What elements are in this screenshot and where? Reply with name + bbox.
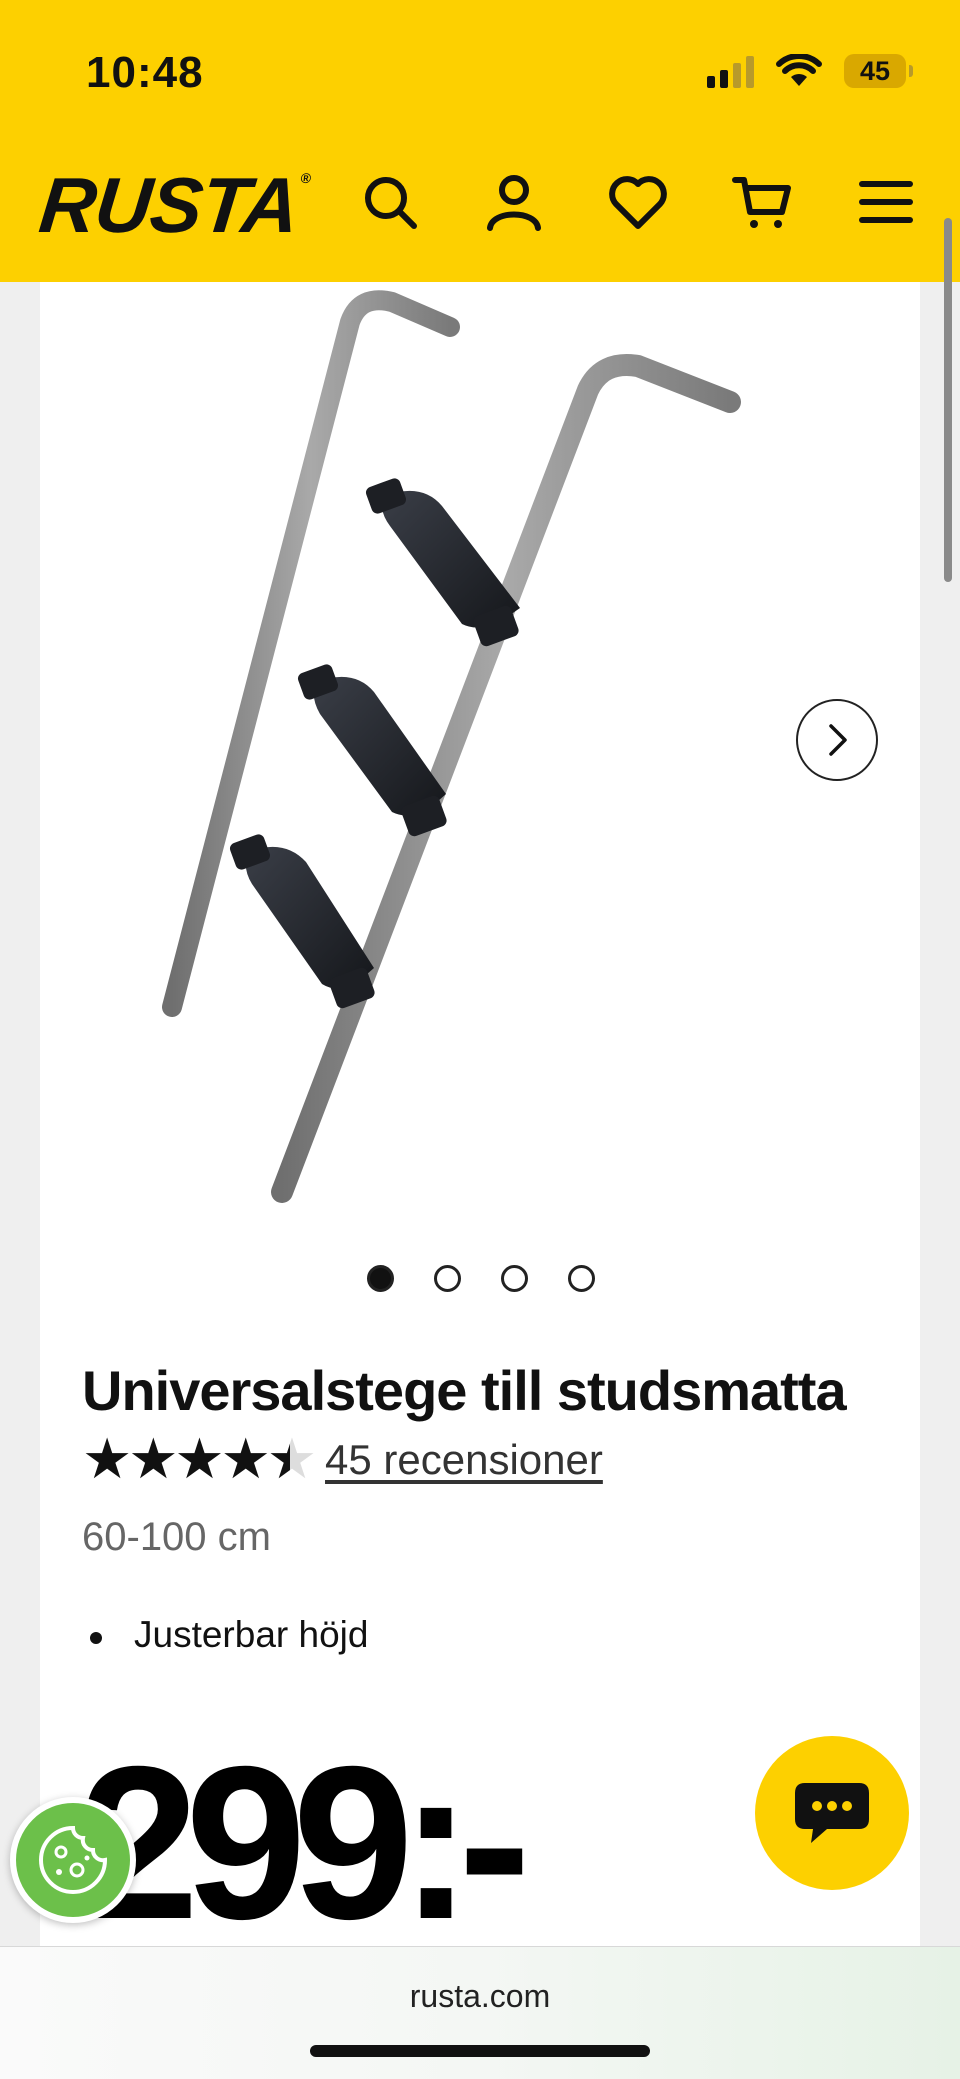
reviews-link[interactable]: 45 recensioner — [325, 1436, 603, 1484]
cart-icon[interactable] — [732, 170, 792, 234]
heart-icon[interactable] — [608, 170, 668, 234]
rusta-logo[interactable]: RUSTA® — [35, 160, 312, 251]
gallery-pagination — [367, 1265, 595, 1292]
site-header: 10:48 45 RUSTA® — [0, 0, 960, 282]
ladder-step-top — [365, 478, 520, 647]
status-time: 10:48 — [86, 48, 204, 97]
stars-filled: ★★★★★ — [82, 1432, 290, 1488]
cookie-settings-button[interactable] — [10, 1797, 136, 1923]
ladder-step-bottom — [229, 834, 375, 1009]
logo-registered-mark: ® — [299, 170, 311, 186]
chat-bubble-icon — [795, 1783, 869, 1843]
feature-item: Justerbar höjd — [82, 1614, 368, 1656]
status-icons: 45 — [707, 54, 913, 88]
chevron-right-icon — [829, 724, 847, 756]
account-icon[interactable] — [484, 170, 544, 234]
menu-icon[interactable] — [856, 170, 916, 234]
browser-url[interactable]: rusta.com — [0, 1978, 960, 2015]
ladder-step-middle — [297, 664, 447, 837]
battery-indicator: 45 — [844, 54, 913, 88]
product-title: Universalstege till studsmatta — [82, 1359, 847, 1422]
gallery-dot[interactable] — [501, 1265, 528, 1292]
logo-text: RUSTA — [35, 161, 303, 249]
product-variant: 60-100 cm — [82, 1515, 271, 1559]
chat-button[interactable] — [755, 1736, 909, 1890]
cookie-icon — [39, 1825, 108, 1894]
product-price: 299:- — [78, 1722, 531, 1965]
gallery-next-button[interactable] — [796, 699, 878, 781]
product-rating[interactable]: ★★★★★ ★★★★★ 45 recensioner — [82, 1432, 603, 1488]
page-scrollbar[interactable] — [944, 218, 952, 582]
search-icon[interactable] — [360, 170, 420, 234]
home-indicator[interactable] — [310, 2045, 650, 2057]
gallery-dot[interactable] — [367, 1265, 394, 1292]
product-image[interactable] — [160, 282, 780, 1222]
star-rating-icon: ★★★★★ ★★★★★ — [82, 1432, 317, 1488]
wifi-icon — [776, 54, 822, 86]
gallery-dot[interactable] — [434, 1265, 461, 1292]
product-features: Justerbar höjd — [82, 1614, 368, 1656]
cellular-signal-icon — [707, 54, 754, 88]
header-nav — [360, 170, 916, 234]
gallery-dot[interactable] — [568, 1265, 595, 1292]
